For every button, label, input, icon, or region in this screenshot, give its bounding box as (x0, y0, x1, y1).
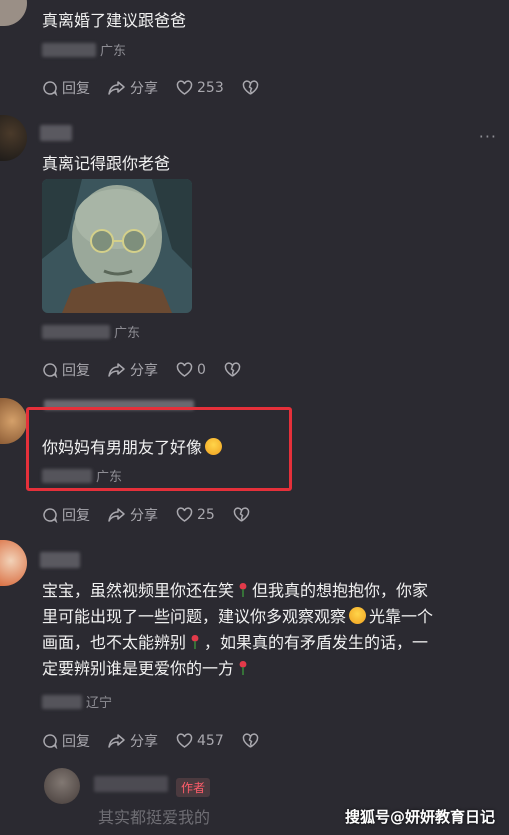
blurred-username (42, 324, 110, 339)
heart-icon (176, 733, 193, 748)
like-button[interactable]: 0 (176, 362, 206, 378)
share-icon (108, 734, 125, 748)
comment-meta: 广东 (42, 40, 126, 59)
comment-meta: 广东 (42, 322, 140, 341)
like-count: 25 (197, 507, 215, 523)
comment-text: 真离记得跟你老爸 (42, 154, 171, 173)
comment-text: 真离婚了建议跟爸爸 (42, 11, 187, 30)
reply-icon (43, 734, 58, 749)
reply-button[interactable]: 回复 (42, 731, 90, 751)
reply-icon (43, 81, 58, 96)
like-count: 457 (197, 733, 224, 749)
dislike-button[interactable] (224, 362, 245, 378)
share-button[interactable]: 分享 (108, 505, 158, 525)
author-badge: 作者 (176, 778, 211, 797)
share-label: 分享 (130, 363, 158, 379)
comment-line: 宝宝，虽然视频里你还在笑 但我真的想抱抱你，你家 (42, 580, 429, 600)
rose-icon (238, 580, 248, 597)
rose-icon (238, 658, 248, 675)
share-button[interactable]: 分享 (108, 78, 158, 98)
reply-button[interactable]: 回复 (42, 505, 90, 525)
reply-icon (43, 508, 58, 523)
surprised-emoji-icon (349, 607, 367, 624)
share-label: 分享 (130, 81, 158, 97)
share-icon (108, 363, 125, 377)
reply-button[interactable]: 回复 (42, 360, 90, 380)
reply-label: 回复 (62, 734, 90, 750)
comment-image[interactable] (42, 179, 192, 313)
location: 广东 (100, 44, 127, 59)
blurred-username (42, 694, 82, 709)
reply-label: 回复 (62, 363, 90, 379)
heart-icon (176, 80, 193, 95)
share-label: 分享 (130, 508, 158, 524)
more-icon[interactable]: ··· (479, 127, 497, 146)
broken-heart-icon (233, 507, 250, 522)
dislike-button[interactable] (242, 733, 263, 749)
share-icon (108, 508, 125, 522)
avatar[interactable] (0, 0, 27, 26)
comment-line: 里可能出现了一些问题，建议你多观察观察 光靠一个 (42, 607, 434, 626)
location: 辽宁 (86, 696, 113, 711)
comment-text: 宝宝，虽然视频里你还在笑 但我真的想抱抱你，你家 里可能出现了一些问题，建议你多观… (42, 578, 471, 682)
share-icon (108, 81, 125, 95)
broken-heart-icon (242, 733, 258, 748)
share-button[interactable]: 分享 (108, 731, 158, 751)
reply-avatar[interactable] (44, 768, 80, 804)
meme-face-image (42, 179, 192, 313)
reply-button[interactable]: 回复 (42, 78, 90, 98)
heart-icon (176, 362, 193, 377)
like-count: 0 (197, 362, 206, 378)
like-button[interactable]: 25 (176, 507, 215, 523)
dislike-button[interactable] (233, 507, 254, 523)
blurred-username (40, 552, 80, 568)
comment-actions: 回复 分享 25 (42, 505, 272, 525)
avatar[interactable] (0, 115, 27, 161)
avatar[interactable] (0, 398, 27, 444)
reply-text: 其实都挺爱我的 (98, 808, 211, 827)
blurred-username (40, 125, 72, 141)
share-button[interactable]: 分享 (108, 360, 158, 380)
broken-heart-icon (242, 80, 258, 95)
comment-actions: 回复 分享 0 (42, 360, 263, 380)
watermark: 搜狐号@妍妍教育日记 (344, 808, 495, 826)
heart-icon (176, 507, 193, 522)
avatar[interactable] (0, 540, 27, 586)
comment-actions: 回复 分享 457 (42, 731, 281, 751)
rose-icon (190, 632, 200, 649)
reply-icon (43, 363, 58, 378)
like-button[interactable]: 457 (176, 733, 224, 749)
comment-line: 定要辨别谁是更爱你的一方 (42, 656, 471, 682)
comment-meta: 辽宁 (42, 692, 112, 711)
blurred-username (94, 776, 168, 792)
blurred-username (42, 42, 96, 57)
reply-label: 回复 (62, 81, 90, 97)
location: 广东 (114, 326, 141, 341)
share-label: 分享 (130, 734, 158, 750)
broken-heart-icon (224, 362, 241, 377)
highlight-box (26, 407, 292, 491)
comment-line: 画面，也不太能辨别 ，如果真的有矛盾发生的话，一 (42, 632, 429, 652)
comment-actions: 回复 分享 253 (42, 78, 281, 98)
like-button[interactable]: 253 (176, 80, 224, 96)
like-count: 253 (197, 80, 224, 96)
reply-label: 回复 (62, 508, 90, 524)
dislike-button[interactable] (242, 80, 263, 96)
